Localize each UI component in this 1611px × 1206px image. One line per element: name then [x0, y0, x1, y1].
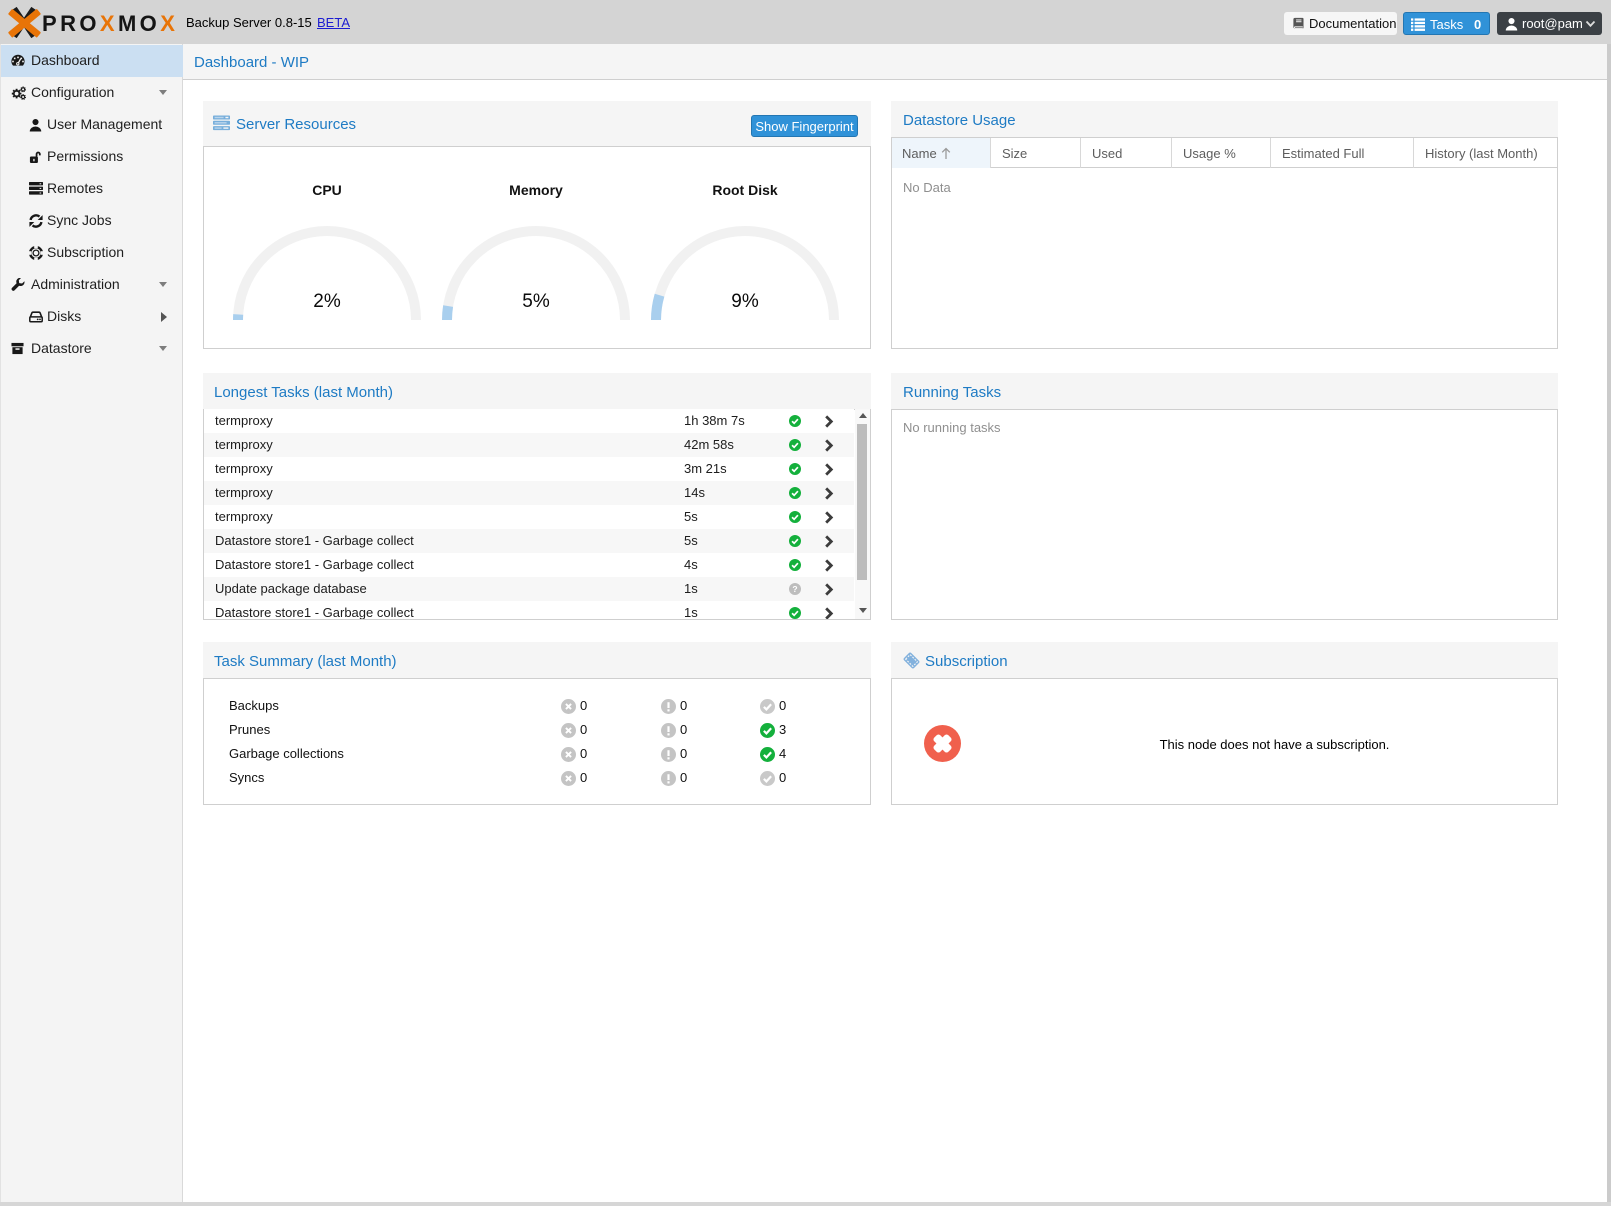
svg-text:?: ? [792, 584, 797, 594]
